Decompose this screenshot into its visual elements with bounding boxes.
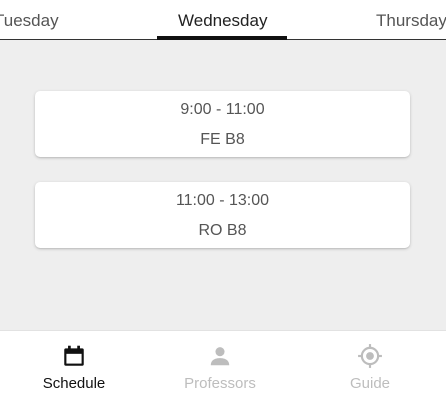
active-tab-indicator [157, 36, 287, 40]
class-time: 11:00 - 13:00 [175, 192, 270, 209]
tab-wednesday[interactable]: Wednesday [178, 11, 267, 31]
schedule-card[interactable]: 11:00 - 13:00 RO B8 [35, 182, 410, 248]
class-room: RO B8 [198, 222, 247, 239]
tab-tuesday[interactable]: Tuesday [0, 11, 59, 31]
person-icon [210, 347, 230, 366]
schedule-card[interactable]: 9:00 - 11:00 FE B8 [35, 91, 410, 157]
nav-schedule[interactable]: Schedule [0, 331, 148, 404]
tab-thursday[interactable]: Thursday [376, 11, 446, 31]
day-tabs: Tuesday Wednesday Thursday [0, 0, 446, 40]
class-time: 9:00 - 11:00 [180, 101, 265, 118]
bottom-navigation: Schedule Professors Guide [0, 330, 446, 404]
nav-guide-label: Guide [349, 375, 391, 392]
calendar-icon [64, 345, 84, 366]
location-target-icon [358, 344, 382, 368]
class-room: FE B8 [200, 131, 245, 148]
nav-schedule-label: Schedule [42, 375, 106, 392]
nav-guide[interactable]: Guide [296, 331, 444, 404]
nav-professors[interactable]: Professors [146, 331, 294, 404]
nav-professors-label: Professors [184, 375, 256, 392]
